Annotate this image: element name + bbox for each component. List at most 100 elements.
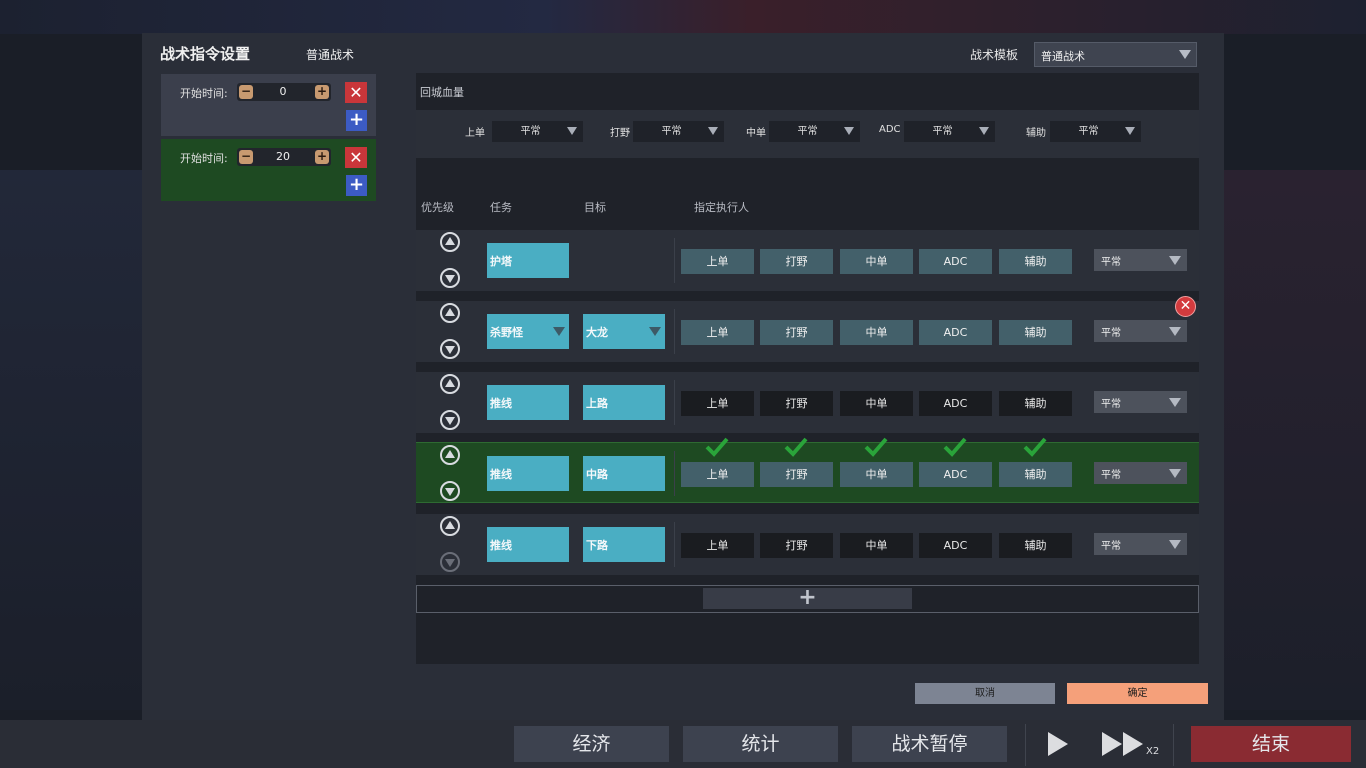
chevron-down-icon bbox=[1169, 398, 1181, 407]
end-button[interactable]: 结束 bbox=[1191, 726, 1351, 762]
task-value: 推线 bbox=[490, 397, 512, 410]
play-icon[interactable] bbox=[1048, 732, 1068, 756]
assignee-toggle[interactable]: 辅助 bbox=[999, 533, 1072, 558]
task-row[interactable]: 推线 中路 上单 打野 中单 ADC 辅助 平常 bbox=[416, 437, 1199, 503]
add-phase-button[interactable]: + bbox=[346, 110, 367, 131]
start-time-stepper[interactable]: − 0 + bbox=[237, 83, 331, 101]
move-up-icon[interactable] bbox=[440, 303, 460, 323]
cancel-button[interactable]: 取消 bbox=[915, 683, 1055, 704]
priority-select[interactable]: 平常 bbox=[1094, 533, 1187, 555]
hp-select[interactable]: 平常 bbox=[904, 121, 995, 142]
phase-item-selected[interactable]: 开始时间: − 20 + ✕ + bbox=[161, 139, 376, 201]
assignee-toggle[interactable]: 打野 bbox=[760, 533, 833, 558]
assignee-toggle[interactable]: ADC bbox=[919, 320, 992, 345]
move-down-icon[interactable] bbox=[440, 268, 460, 288]
assignee-toggle[interactable]: ADC bbox=[919, 249, 992, 274]
hp-role-label: 辅助 bbox=[1026, 128, 1046, 139]
move-down-icon[interactable] bbox=[440, 552, 460, 572]
task-select[interactable]: 推线 bbox=[487, 456, 569, 491]
move-up-icon[interactable] bbox=[440, 516, 460, 536]
delete-row-button[interactable]: ✕ bbox=[1175, 296, 1196, 317]
chevron-down-icon bbox=[649, 327, 661, 336]
target-select[interactable]: 上路 bbox=[583, 385, 665, 420]
assignee-toggle[interactable]: 上单 bbox=[681, 462, 754, 487]
header-target: 目标 bbox=[584, 201, 606, 214]
fast-forward-icon[interactable] bbox=[1102, 732, 1122, 756]
delete-phase-button[interactable]: ✕ bbox=[345, 147, 367, 168]
assignee-toggle[interactable]: ADC bbox=[919, 391, 992, 416]
hp-select[interactable]: 平常 bbox=[1050, 121, 1141, 142]
assignee-toggle[interactable]: 中单 bbox=[840, 462, 913, 487]
assignee-toggle[interactable]: 辅助 bbox=[999, 391, 1072, 416]
assignee-toggle[interactable]: 中单 bbox=[840, 533, 913, 558]
priority-select[interactable]: 平常 bbox=[1094, 391, 1187, 413]
start-time-stepper[interactable]: − 20 + bbox=[237, 148, 331, 166]
minus-icon[interactable]: − bbox=[239, 85, 253, 99]
stats-button[interactable]: 统计 bbox=[683, 726, 838, 762]
assignee-toggle[interactable]: 中单 bbox=[840, 320, 913, 345]
target-value: 下路 bbox=[586, 539, 608, 552]
move-up-icon[interactable] bbox=[440, 232, 460, 252]
ok-button[interactable]: 确定 bbox=[1067, 683, 1208, 704]
priority-select[interactable]: 平常 bbox=[1094, 249, 1187, 271]
assignee-toggle[interactable]: ADC bbox=[919, 533, 992, 558]
plus-icon[interactable]: + bbox=[315, 85, 329, 99]
assignee-toggle[interactable]: ADC bbox=[919, 462, 992, 487]
assignee-toggle[interactable]: 打野 bbox=[760, 320, 833, 345]
assignee-toggle[interactable]: 上单 bbox=[681, 391, 754, 416]
assignee-toggle[interactable]: 辅助 bbox=[999, 462, 1072, 487]
target-select[interactable]: 下路 bbox=[583, 527, 665, 562]
task-row[interactable]: 杀野怪 大龙 上单 打野 中单 ADC 辅助 平常 bbox=[416, 301, 1199, 362]
tactical-pause-button[interactable]: 战术暂停 bbox=[852, 726, 1007, 762]
economy-button[interactable]: 经济 bbox=[514, 726, 669, 762]
hp-select[interactable]: 平常 bbox=[769, 121, 860, 142]
assignee-toggle[interactable]: 上单 bbox=[681, 533, 754, 558]
plus-icon[interactable]: + bbox=[315, 150, 329, 164]
assignee-toggle[interactable]: 辅助 bbox=[999, 320, 1072, 345]
assignee-toggle[interactable]: 打野 bbox=[760, 391, 833, 416]
priority-value: 平常 bbox=[1101, 541, 1121, 552]
add-row-button[interactable]: + bbox=[703, 587, 912, 609]
assignee-toggle[interactable]: 打野 bbox=[760, 249, 833, 274]
assignee-toggle[interactable]: 中单 bbox=[840, 249, 913, 274]
move-down-icon[interactable] bbox=[440, 339, 460, 359]
task-select[interactable]: 推线 bbox=[487, 385, 569, 420]
hp-select[interactable]: 平常 bbox=[633, 121, 724, 142]
target-select[interactable]: 大龙 bbox=[583, 314, 665, 349]
assignee-toggle[interactable]: 上单 bbox=[681, 320, 754, 345]
target-select[interactable]: 中路 bbox=[583, 456, 665, 491]
move-up-icon[interactable] bbox=[440, 374, 460, 394]
tactics-dialog: 战术指令设置 普通战术 战术模板 普通战术 开始时间: − 0 + ✕ + 开始… bbox=[142, 33, 1224, 723]
hp-select[interactable]: 平常 bbox=[492, 121, 583, 142]
priority-select[interactable]: 平常 bbox=[1094, 320, 1187, 342]
task-row[interactable]: 护塔 上单 打野 中单 ADC 辅助 平常 bbox=[416, 230, 1199, 291]
fast-forward-icon-second[interactable] bbox=[1123, 732, 1143, 756]
assignee-toggle[interactable]: 中单 bbox=[840, 391, 913, 416]
divider bbox=[674, 238, 675, 283]
priority-select[interactable]: 平常 bbox=[1094, 462, 1187, 484]
header-assignee: 指定执行人 bbox=[694, 201, 749, 214]
assignee-toggle[interactable]: 上单 bbox=[681, 249, 754, 274]
checkmark-icon bbox=[784, 437, 808, 457]
assignee-toggle[interactable]: 打野 bbox=[760, 462, 833, 487]
hp-select-value: 平常 bbox=[932, 126, 953, 137]
delete-phase-button[interactable]: ✕ bbox=[345, 82, 367, 103]
task-select[interactable]: 推线 bbox=[487, 527, 569, 562]
add-phase-button[interactable]: + bbox=[346, 175, 367, 196]
chevron-down-icon bbox=[1169, 540, 1181, 549]
minus-icon[interactable]: − bbox=[239, 150, 253, 164]
task-select[interactable]: 杀野怪 bbox=[487, 314, 569, 349]
template-select[interactable]: 普通战术 bbox=[1034, 42, 1197, 67]
move-down-icon[interactable] bbox=[440, 481, 460, 501]
bottom-bar: 经济 统计 战术暂停 X2 结束 bbox=[0, 720, 1366, 768]
target-value: 大龙 bbox=[586, 326, 608, 339]
task-select[interactable]: 护塔 bbox=[487, 243, 569, 278]
tactics-panel: 回城血量 上单 平常 打野 平常 中单 平常 ADC 平常 辅助 平常 优先级 … bbox=[416, 73, 1199, 664]
task-row[interactable]: 推线 上路 上单 打野 中单 ADC 辅助 平常 bbox=[416, 372, 1199, 433]
hp-select-value: 平常 bbox=[520, 126, 541, 137]
move-down-icon[interactable] bbox=[440, 410, 460, 430]
assignee-toggle[interactable]: 辅助 bbox=[999, 249, 1072, 274]
task-row[interactable]: 推线 下路 上单 打野 中单 ADC 辅助 平常 bbox=[416, 514, 1199, 575]
move-up-icon[interactable] bbox=[440, 445, 460, 465]
phase-item[interactable]: 开始时间: − 0 + ✕ + bbox=[161, 74, 376, 136]
